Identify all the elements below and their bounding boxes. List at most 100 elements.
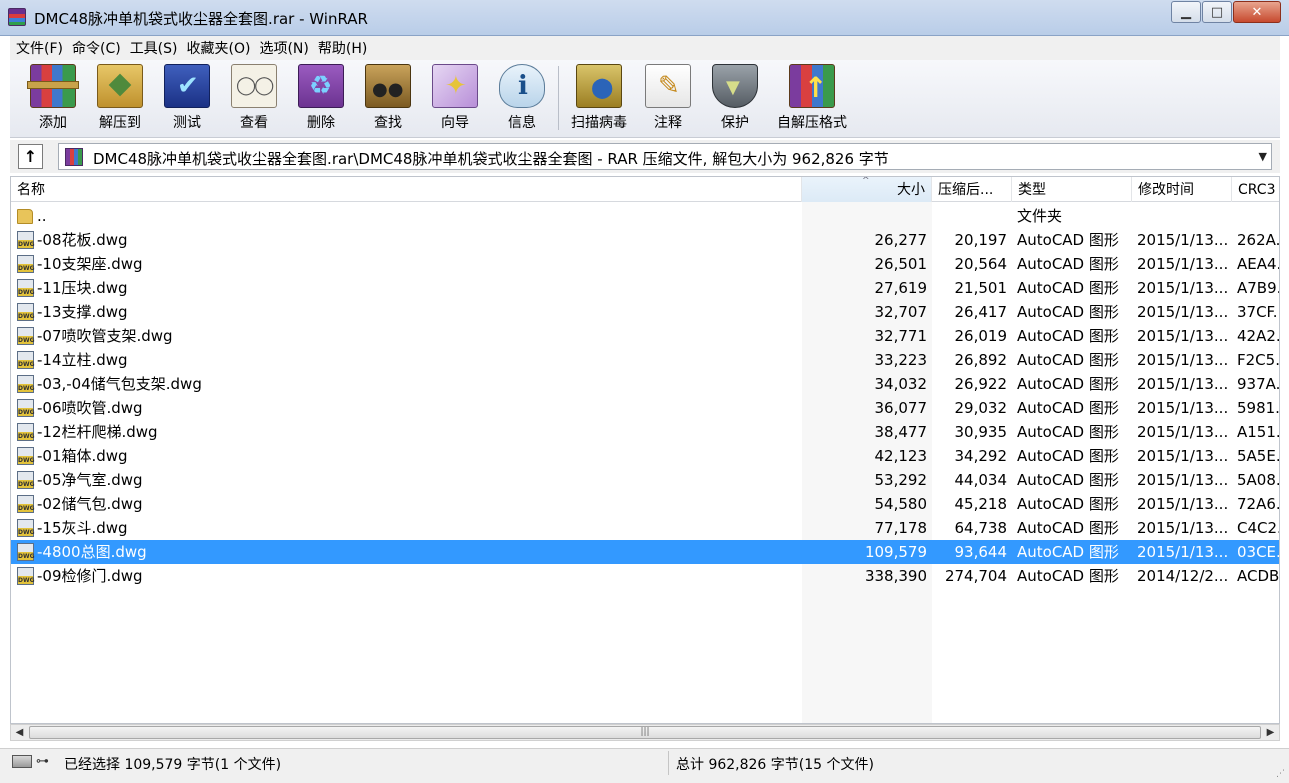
extract-to-button[interactable]: 解压到 [87, 62, 153, 134]
file-modified: 2015/1/13... [1137, 279, 1229, 297]
file-row[interactable]: -12栏杆爬梯.dwg 38,477 30,935 AutoCAD 图形 2015/1/… [11, 420, 1279, 444]
find-button[interactable]: 查找 [355, 62, 421, 134]
view-label: 查看 [240, 115, 268, 131]
key-icon[interactable]: ⊶ [36, 754, 49, 769]
file-packed-size: 64,738 [954, 519, 1008, 537]
file-row[interactable]: -07喷吹管支架.dwg 32,771 26,019 AutoCAD 图形 2015/1… [11, 324, 1279, 348]
close-button[interactable]: ✕ [1233, 1, 1281, 23]
file-row[interactable]: -02储气包.dwg 54,580 45,218 AutoCAD 图形 2015/1/1… [11, 492, 1279, 516]
minimize-button[interactable]: ▁ [1171, 1, 1201, 23]
dwg-file-icon [17, 495, 35, 513]
file-modified: 2015/1/13... [1137, 327, 1229, 345]
up-folder-button[interactable]: ↑ [18, 144, 43, 169]
file-crc: ACDB... [1237, 567, 1280, 585]
menu-tools[interactable]: 工具(S) [129, 38, 184, 58]
dwg-file-icon [17, 279, 35, 297]
file-crc: 5A5E... [1237, 447, 1280, 465]
file-row[interactable]: -4800总图.dwg 109,579 93,644 AutoCAD 图形 2015/1… [11, 540, 1279, 564]
file-type: AutoCAD 图形 [1017, 255, 1119, 273]
test-button[interactable]: 测试 [154, 62, 220, 134]
archive-icon [65, 148, 83, 166]
file-row[interactable]: -11压块.dwg 27,619 21,501 AutoCAD 图形 2015/1/13… [11, 276, 1279, 300]
file-type: AutoCAD 图形 [1017, 567, 1119, 585]
add-archive-icon [27, 64, 79, 108]
column-header-type[interactable]: 类型 [1012, 177, 1132, 202]
file-name: -06喷吹管.dwg [37, 399, 143, 417]
winrar-app-icon[interactable] [8, 8, 26, 26]
file-row[interactable]: -15灰斗.dwg 77,178 64,738 AutoCAD 图形 2015/1/13… [11, 516, 1279, 540]
window-controls: ▁ □ ✕ [1170, 1, 1281, 23]
file-crc: F2C5... [1237, 351, 1280, 369]
file-row[interactable]: -14立柱.dwg 33,223 26,892 AutoCAD 图形 2015/1/13… [11, 348, 1280, 372]
dwg-file-icon [17, 399, 35, 417]
file-row[interactable]: .. 文件夹 [11, 204, 1279, 228]
file-row[interactable]: -10支架座.dwg 26,501 20,564 AutoCAD 图形 2015/1/1… [11, 252, 1280, 276]
path-dropdown-icon[interactable]: ▼ [1259, 150, 1267, 163]
comment-button[interactable]: 注释 [635, 62, 701, 134]
file-name: -03,-04储气包支架.dwg [37, 375, 202, 393]
column-header-crc[interactable]: CRC3 [1232, 177, 1279, 202]
file-modified: 2015/1/13... [1137, 447, 1229, 465]
menu-options[interactable]: 选项(N) [258, 38, 314, 58]
file-row[interactable]: -05净气室.dwg 53,292 44,034 AutoCAD 图形 2015/1/1… [11, 468, 1280, 492]
menu-file[interactable]: 文件(F) [15, 38, 69, 58]
sfx-label: 自解压格式 [777, 115, 847, 131]
file-row[interactable]: -01箱体.dwg 42,123 34,292 AutoCAD 图形 2015/1/13… [11, 444, 1280, 468]
wizard-button[interactable]: 向导 [422, 62, 488, 134]
path-field[interactable]: DMC48脉冲单机袋式收尘器全套图.rar\DMC48脉冲单机袋式收尘器全套图 … [58, 143, 1272, 170]
scroll-right-button[interactable]: ▶ [1262, 725, 1279, 740]
comment-label: 注释 [654, 115, 682, 131]
file-packed-size: 26,019 [954, 327, 1008, 345]
scroll-left-button[interactable]: ◀ [11, 725, 28, 740]
file-row[interactable]: -08花板.dwg 26,277 20,197 AutoCAD 图形 2015/1/13… [11, 228, 1279, 252]
test-label: 测试 [173, 115, 201, 131]
total-status: 总计 962,826 字节(15 个文件) [676, 757, 874, 773]
column-header-modified[interactable]: 修改时间 [1132, 177, 1232, 202]
virus-scan-button[interactable]: 扫描病毒 [562, 62, 636, 134]
file-type: AutoCAD 图形 [1017, 447, 1119, 465]
add-button[interactable]: 添加 [20, 62, 86, 134]
file-list[interactable]: 名称 ^ 大小 压缩后... 类型 修改时间 CRC3 .. 文件夹 -08花板.d… [10, 176, 1280, 724]
file-row[interactable]: -03,-04储气包支架.dwg 34,032 26,922 AutoCAD 图形 20… [11, 372, 1279, 396]
delete-button[interactable]: 删除 [288, 62, 354, 134]
sfx-button[interactable]: 自解压格式 [769, 62, 855, 134]
file-crc: 5A08... [1237, 471, 1280, 489]
maximize-button[interactable]: □ [1202, 1, 1232, 23]
resize-grip-icon[interactable]: ⋰ [1276, 769, 1285, 779]
file-size: 36,077 [874, 399, 928, 417]
file-crc [1237, 204, 1279, 228]
horizontal-scrollbar[interactable]: ◀ ||| ▶ [10, 724, 1280, 741]
file-modified: 2015/1/13... [1137, 399, 1229, 417]
column-header-size[interactable]: ^ 大小 [802, 177, 932, 202]
file-type: AutoCAD 图形 [1017, 375, 1119, 393]
file-packed-size [933, 204, 1007, 228]
column-header-packed[interactable]: 压缩后... [932, 177, 1012, 202]
scroll-thumb[interactable]: ||| [29, 726, 1261, 739]
file-size: 32,771 [874, 327, 928, 345]
menu-help[interactable]: 帮助(H) [317, 38, 373, 58]
file-name: -05净气室.dwg [37, 471, 143, 489]
file-size [807, 204, 927, 228]
file-crc: AEA4... [1237, 255, 1280, 273]
file-name: -10支架座.dwg [37, 255, 143, 273]
scroll-grip-icon: ||| [640, 727, 650, 737]
view-button[interactable]: 查看 [221, 62, 287, 134]
menu-favorites[interactable]: 收藏夹(O) [186, 38, 257, 58]
file-row[interactable]: -13支撑.dwg 32,707 26,417 AutoCAD 图形 2015/1/13… [11, 300, 1279, 324]
drive-icon[interactable] [12, 755, 32, 768]
toolbar: 添加 解压到 测试 查看 删除 查找 向导 信息 扫描病毒 注释 保护 [10, 60, 1280, 138]
protect-button[interactable]: 保护 [702, 62, 768, 134]
folder-icon [17, 209, 33, 224]
file-packed-size: 44,034 [954, 471, 1008, 489]
info-button[interactable]: 信息 [489, 62, 555, 134]
test-icon [164, 64, 210, 108]
menu-commands[interactable]: 命令(C) [71, 38, 127, 58]
file-name: -02储气包.dwg [37, 495, 143, 513]
file-packed-size: 20,197 [954, 231, 1008, 249]
file-size: 338,390 [864, 567, 927, 585]
file-row[interactable]: -09检修门.dwg 338,390 274,704 AutoCAD 图形 2014/1… [11, 564, 1280, 588]
file-row[interactable]: -06喷吹管.dwg 36,077 29,032 AutoCAD 图形 2015/1/1… [11, 396, 1279, 420]
column-header-name[interactable]: 名称 [11, 177, 802, 202]
delete-icon [298, 64, 344, 108]
dwg-file-icon [17, 231, 35, 249]
